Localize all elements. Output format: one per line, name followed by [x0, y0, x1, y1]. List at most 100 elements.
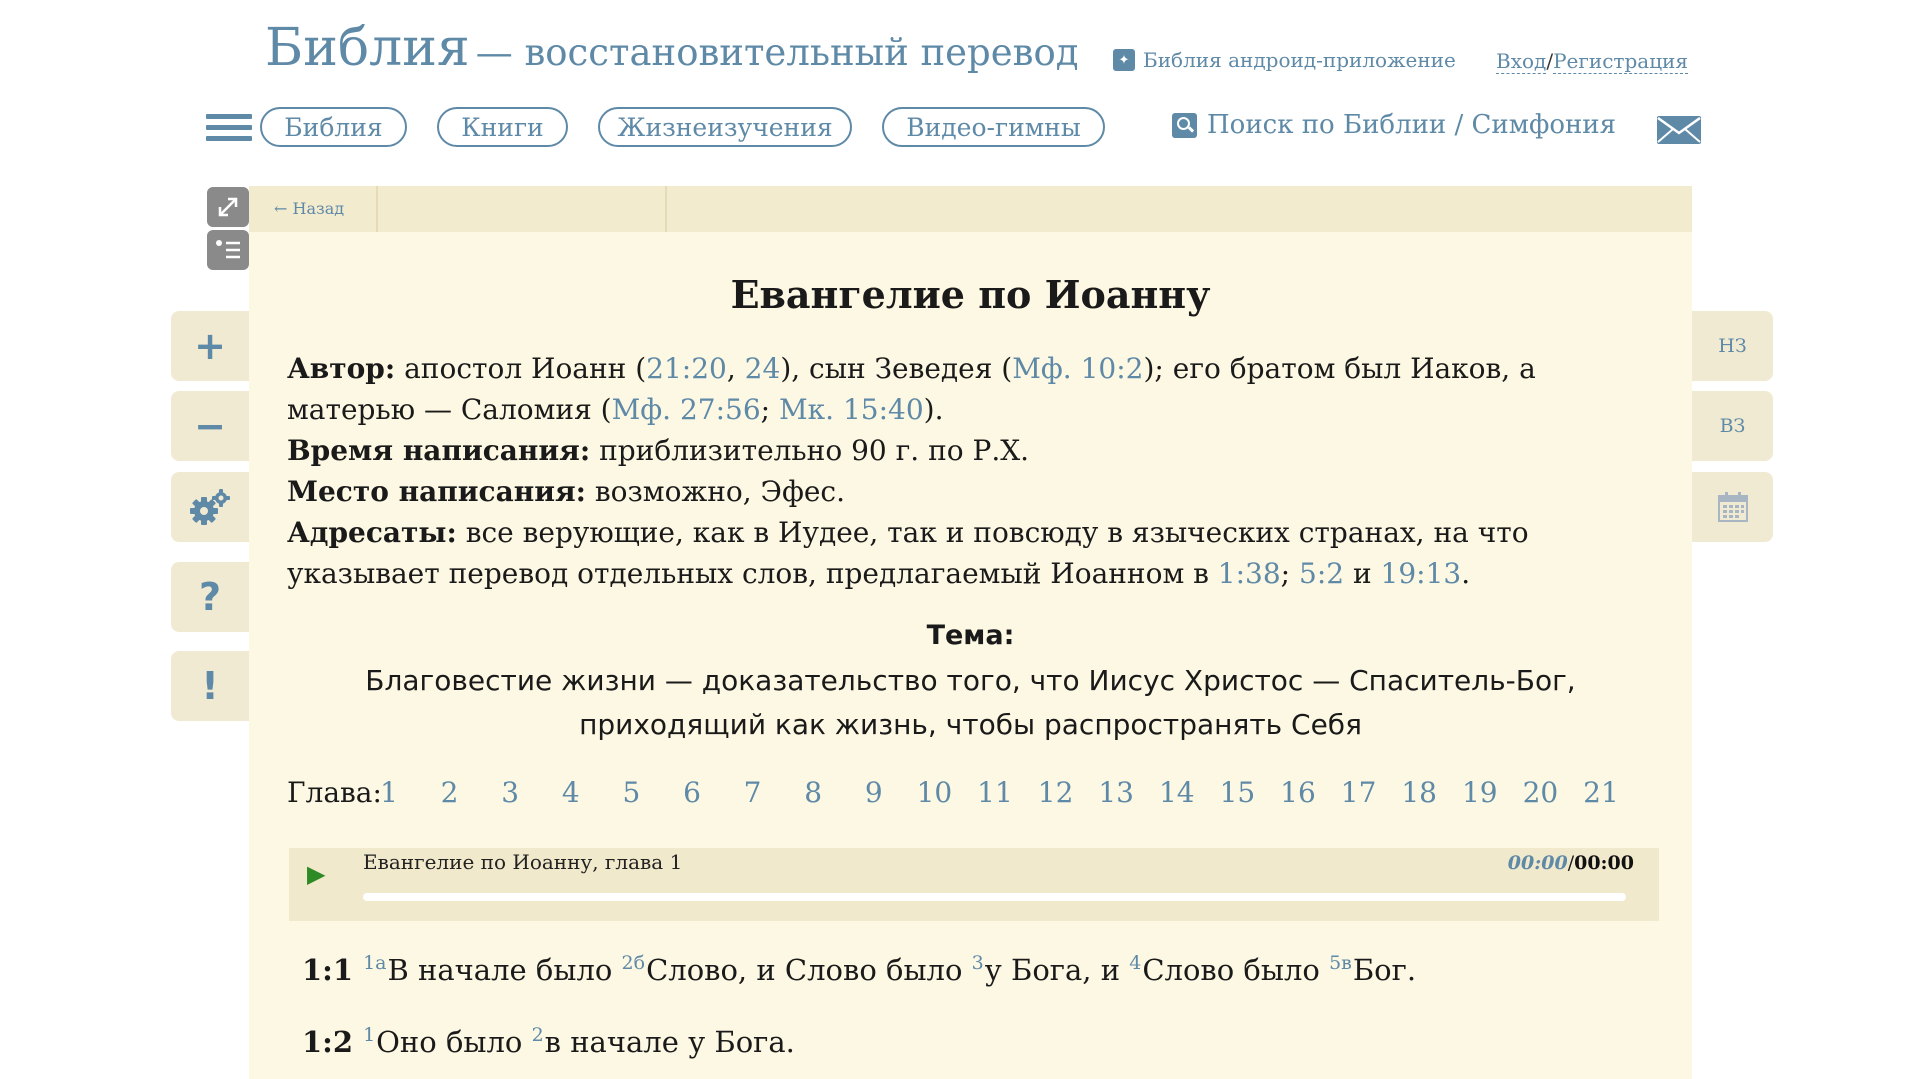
- new-testament-button[interactable]: НЗ: [1692, 311, 1773, 381]
- ref-link[interactable]: Мк. 15:40: [779, 393, 924, 426]
- verse-text: в начале у Бога.: [544, 1025, 795, 1059]
- chapter-link[interactable]: 17: [1339, 776, 1379, 809]
- verse-text: Слово, и Слово было: [646, 953, 972, 987]
- bible-search-label: Поиск по Библии / Симфония: [1207, 110, 1617, 140]
- login-link[interactable]: Вход: [1496, 49, 1547, 74]
- footnote-marker[interactable]: 3: [972, 952, 984, 974]
- chapter-link[interactable]: 18: [1399, 776, 1439, 809]
- recipients-text: .: [1461, 557, 1471, 590]
- chapter-link[interactable]: 6: [672, 776, 712, 809]
- chapter-link[interactable]: 10: [914, 776, 954, 809]
- old-testament-label: ВЗ: [1719, 415, 1746, 437]
- verse-text: Бог.: [1352, 953, 1417, 987]
- ref-link[interactable]: Мф. 27:56: [612, 393, 761, 426]
- footnote-marker[interactable]: 2: [532, 1024, 544, 1046]
- footnote-marker[interactable]: 1а: [363, 952, 386, 974]
- verse: 1:2 1Оно было 2в начале у Бога.: [302, 1024, 795, 1059]
- register-link[interactable]: Регистрация: [1553, 49, 1688, 74]
- chapter-label: Глава:: [287, 776, 382, 809]
- theme-label: Тема:: [926, 620, 1015, 651]
- notice-button[interactable]: !: [171, 651, 249, 721]
- new-testament-label: НЗ: [1718, 335, 1747, 357]
- recipients-label: Адресаты:: [287, 516, 457, 549]
- chapter-link[interactable]: 1: [369, 776, 409, 809]
- chapter-link[interactable]: 13: [1096, 776, 1136, 809]
- chapter-link[interactable]: 9: [854, 776, 894, 809]
- site-title[interactable]: Библия — восстановительный перевод: [265, 18, 1079, 78]
- calendar-button[interactable]: [1692, 472, 1773, 542]
- list-icon: [216, 240, 240, 259]
- ref-link[interactable]: 21:20: [646, 352, 727, 385]
- player-current-time: 00:00: [1507, 852, 1568, 874]
- old-testament-button[interactable]: ВЗ: [1692, 391, 1773, 461]
- android-app-label: Библия андроид-приложение: [1143, 48, 1456, 72]
- theme-text: Благовестие жизни — доказательство того,…: [249, 659, 1692, 747]
- nav-video-hymns-button[interactable]: Видео-гимны: [882, 107, 1105, 147]
- android-app-link[interactable]: ✦ Библия андроид-приложение: [1113, 48, 1456, 72]
- footnote-marker[interactable]: 1: [363, 1024, 375, 1046]
- settings-button[interactable]: [171, 472, 249, 542]
- author-label: Автор:: [287, 352, 396, 385]
- chapter-link[interactable]: 19: [1460, 776, 1500, 809]
- chapter-link[interactable]: 15: [1217, 776, 1257, 809]
- expand-icon: [218, 197, 238, 217]
- fullscreen-button[interactable]: [207, 187, 249, 227]
- author-text: ).: [923, 393, 944, 426]
- chapter-link[interactable]: 5: [611, 776, 651, 809]
- chapter-link[interactable]: 2: [430, 776, 470, 809]
- time-label: Время написания:: [287, 434, 591, 467]
- author-text: ,: [726, 352, 745, 385]
- panel-toolbar: ← Назад: [249, 186, 1692, 232]
- ref-link[interactable]: 5:2: [1299, 557, 1344, 590]
- chapter-link[interactable]: 16: [1278, 776, 1318, 809]
- chapter-link[interactable]: 7: [733, 776, 773, 809]
- nav-books-button[interactable]: Книги: [437, 107, 568, 147]
- chapter-link[interactable]: 11: [975, 776, 1015, 809]
- chapter-link[interactable]: 14: [1157, 776, 1197, 809]
- chapter-selector: Глава: 1 2 3 4 5 6 7 8 9 10 11 12 13 14 15 16 17 18 19 20 21: [287, 776, 1667, 816]
- plus-icon: +: [194, 324, 226, 368]
- reading-panel: ← Назад Евангелие по Иоанну Автор: апост…: [249, 186, 1692, 1079]
- player-progress-bar[interactable]: [363, 893, 1626, 901]
- player-time: 00:00/00:00: [1508, 852, 1634, 874]
- ref-link[interactable]: 19:13: [1381, 557, 1462, 590]
- verse-text: у Бога, и: [984, 953, 1130, 987]
- help-button[interactable]: ?: [171, 562, 249, 632]
- footnote-marker[interactable]: 5в: [1329, 952, 1352, 974]
- player-title: Евангелие по Иоанну, глава 1: [363, 850, 683, 874]
- verse-text: Оно было: [376, 1025, 532, 1059]
- mail-icon[interactable]: [1656, 115, 1702, 145]
- play-icon[interactable]: ▶: [307, 860, 325, 888]
- player-total-time: 00:00: [1574, 852, 1634, 874]
- ref-link[interactable]: 1:38: [1218, 557, 1281, 590]
- contents-toggle-button[interactable]: [207, 230, 249, 270]
- verse: 1:1 1аВ начале было 2бСлово, и Слово было…: [302, 952, 1416, 987]
- menu-icon[interactable]: [206, 114, 252, 142]
- chapter-link[interactable]: 20: [1520, 776, 1560, 809]
- footnote-marker[interactable]: 4: [1129, 952, 1141, 974]
- nav-life-studies-button[interactable]: Жизнеизучения: [598, 107, 852, 147]
- verse-number: 1:2: [302, 1025, 354, 1059]
- zoom-out-button[interactable]: −: [171, 391, 249, 461]
- ref-link[interactable]: Мф. 10:2: [1012, 352, 1143, 385]
- toolbar-divider: [665, 186, 667, 232]
- android-icon: ✦: [1113, 49, 1135, 71]
- chapter-link[interactable]: 3: [490, 776, 530, 809]
- auth-links: Вход/Регистрация: [1496, 49, 1688, 74]
- bible-search-link[interactable]: Поиск по Библии / Симфония: [1172, 110, 1616, 140]
- chapter-link[interactable]: 21: [1581, 776, 1621, 809]
- ref-link[interactable]: 24: [745, 352, 781, 385]
- place-text: возможно, Эфес.: [586, 475, 846, 508]
- verse-text: В начале было: [387, 953, 622, 987]
- zoom-in-button[interactable]: +: [171, 311, 249, 381]
- chapter-link[interactable]: 8: [793, 776, 833, 809]
- footnote-marker[interactable]: 2б: [622, 952, 646, 974]
- gears-icon: [190, 489, 230, 525]
- time-text: приблизительно 90 г. по Р.Х.: [590, 434, 1030, 467]
- author-text: ;: [760, 393, 779, 426]
- place-label: Место написания:: [287, 475, 587, 508]
- nav-bible-button[interactable]: Библия: [260, 107, 407, 147]
- back-link[interactable]: ← Назад: [274, 199, 344, 218]
- chapter-link[interactable]: 12: [1036, 776, 1076, 809]
- chapter-link[interactable]: 4: [551, 776, 591, 809]
